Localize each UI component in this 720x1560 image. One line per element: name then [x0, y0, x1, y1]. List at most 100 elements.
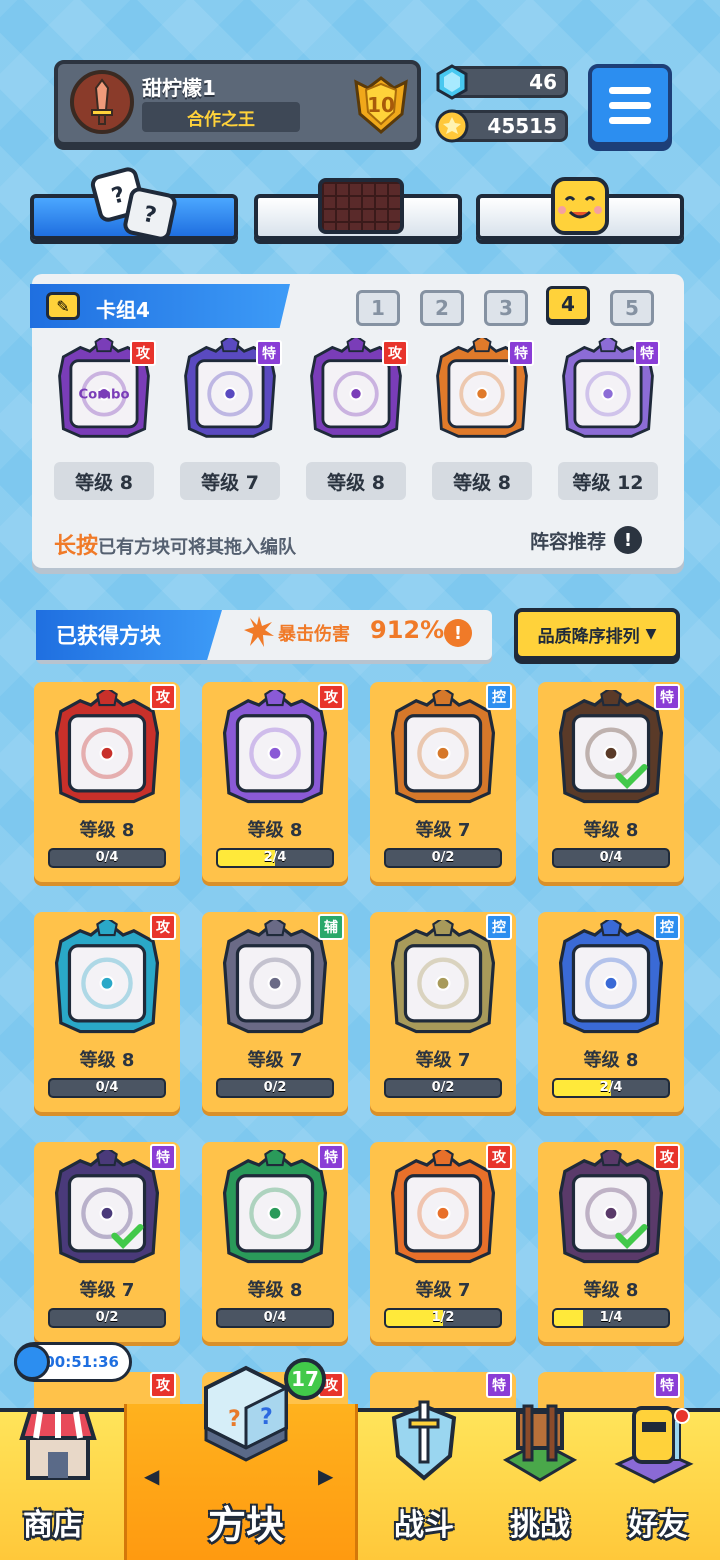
block-level: 等级 8: [79, 820, 135, 841]
deck-tab-2[interactable]: 2: [420, 290, 464, 326]
block-level: 等级 8: [247, 820, 303, 841]
block-type-tag: 攻: [486, 1144, 512, 1170]
recommend-label: 阵容推荐: [530, 530, 607, 553]
battle-shield-icon[interactable]: [384, 1398, 464, 1492]
caret-down-icon: ▼: [645, 626, 657, 642]
gem-count: 46: [529, 70, 557, 94]
collection-block-card[interactable]: 等级 8 1/4: [538, 1142, 684, 1342]
rank-shield-icon[interactable]: 10: [350, 74, 412, 136]
progress-text: 0/4: [95, 850, 119, 865]
collection-block-card[interactable]: 等级 7 0/2: [34, 1142, 180, 1342]
notification-dot: [674, 1408, 690, 1424]
block-art: [384, 916, 502, 1038]
challenge-sign-icon[interactable]: [500, 1398, 580, 1492]
upgrade-progress-bar: 1/4: [552, 1308, 670, 1328]
nav-challenge-label[interactable]: 挑战: [494, 1500, 586, 1544]
block-art: [48, 686, 166, 808]
deck-card-level: 等级 8: [306, 462, 406, 500]
sword-avatar-icon[interactable]: [70, 70, 134, 134]
deck-card-level: 等级 8: [54, 462, 154, 500]
nav-right-arrow-icon[interactable]: ▶: [318, 1464, 333, 1488]
progress-text: 2/4: [263, 850, 287, 865]
block-level: 等级 7: [79, 1280, 135, 1301]
player-name: 甜柠檬1: [142, 76, 216, 100]
block-level: 等级 7: [247, 1050, 303, 1071]
collection-block-card[interactable]: 等级 8 2/4: [202, 682, 348, 882]
nav-battle-label[interactable]: 战斗: [376, 1500, 472, 1544]
block-art: [48, 1146, 166, 1268]
block-art: [216, 686, 334, 808]
progress-text: 2/4: [599, 1080, 623, 1095]
deck-tab-5[interactable]: 5: [610, 290, 654, 326]
deck-tab-3[interactable]: 3: [484, 290, 528, 326]
block-level: 等级 8: [583, 1050, 639, 1071]
block-type-tag: 攻: [150, 914, 176, 940]
block-art: [552, 916, 670, 1038]
edit-pencil-icon[interactable]: ✎: [46, 292, 80, 320]
upgrade-progress-bar: 0/2: [216, 1078, 334, 1098]
collection-block-card[interactable]: 等级 8 0/4: [34, 912, 180, 1112]
block-type-tag: 特: [486, 1372, 512, 1398]
sort-dropdown-button[interactable]: 品质降序排列 ▼: [514, 608, 680, 660]
drag-tip: 长按已有方块可将其拖入编队: [54, 528, 296, 560]
block-level: 等级 7: [415, 1050, 471, 1071]
block-level: 等级 8: [79, 1050, 135, 1071]
upgrade-progress-bar: 0/2: [384, 848, 502, 868]
collection-block-card[interactable]: 等级 7 0/2: [370, 682, 516, 882]
nav-shop-label[interactable]: 商店: [10, 1500, 96, 1544]
crit-burst-icon: [244, 616, 274, 652]
block-level: 等级 8: [247, 1280, 303, 1301]
block-type-tag: 攻: [382, 340, 408, 366]
rank-number: 10: [367, 93, 395, 117]
lineup-recommend-button[interactable]: 阵容推荐!: [530, 526, 643, 554]
block-type-tag: 特: [508, 340, 534, 366]
collection-block-card[interactable]: 等级 8 2/4: [538, 912, 684, 1112]
deck-card-level: 等级 12: [558, 462, 658, 500]
upgrade-progress-bar: 2/4: [216, 848, 334, 868]
block-type-tag: 攻: [130, 340, 156, 366]
collection-block-card[interactable]: 等级 8 0/4: [202, 1142, 348, 1342]
dice-icon: ? ?: [90, 164, 180, 246]
nav-left-arrow-icon[interactable]: ◀: [144, 1464, 159, 1488]
upgrade-progress-bar: 0/4: [48, 848, 166, 868]
block-art: [384, 686, 502, 808]
menu-line: [609, 116, 651, 124]
mystery-block-icon[interactable]: ??: [196, 1364, 296, 1468]
shop-stall-icon[interactable]: [18, 1398, 98, 1492]
collection-block-card[interactable]: 等级 7 0/2: [370, 912, 516, 1112]
deck-tab-4[interactable]: 4: [546, 286, 590, 322]
collection-block-card[interactable]: 等级 8 0/4: [538, 682, 684, 882]
crit-info-icon[interactable]: !: [444, 619, 472, 647]
crit-damage-label: 暴击伤害: [278, 624, 350, 645]
stopwatch-icon: [14, 1344, 50, 1380]
player-title-badge: 合作之王: [142, 102, 300, 132]
progress-text: 0/2: [431, 1080, 455, 1095]
block-count-badge: 17: [284, 1358, 326, 1400]
collection-block-card[interactable]: 等级 8 0/4: [34, 682, 180, 882]
block-type-tag: 控: [486, 914, 512, 940]
coin-icon: [434, 108, 470, 144]
progress-text: 0/2: [431, 850, 455, 865]
block-level: 等级 7: [415, 820, 471, 841]
svg-text:?: ?: [228, 1407, 241, 1432]
block-level: 等级 7: [415, 1280, 471, 1301]
block-art: [48, 916, 166, 1038]
info-icon: !: [614, 526, 643, 554]
collection-block-card[interactable]: 等级 7 0/2: [202, 912, 348, 1112]
deck-card-level: 等级 7: [180, 462, 280, 500]
block-type-tag: 攻: [150, 684, 176, 710]
progress-text: 0/4: [599, 850, 623, 865]
block-art: [384, 1146, 502, 1268]
menu-button[interactable]: [588, 64, 672, 146]
board-grid-icon: [318, 178, 404, 234]
smiley-block-icon: [550, 176, 610, 240]
deck-tab-1[interactable]: 1: [356, 290, 400, 326]
progress-text: 0/2: [263, 1080, 287, 1095]
progress-text: 0/4: [263, 1310, 287, 1325]
nav-friends-label[interactable]: 好友: [612, 1500, 704, 1544]
block-art: [552, 1146, 670, 1268]
collection-block-card[interactable]: 等级 7 1/2: [370, 1142, 516, 1342]
gem-icon: [434, 64, 470, 100]
svg-text:?: ?: [260, 1405, 273, 1430]
nav-blocks-label[interactable]: 方块: [196, 1494, 296, 1549]
